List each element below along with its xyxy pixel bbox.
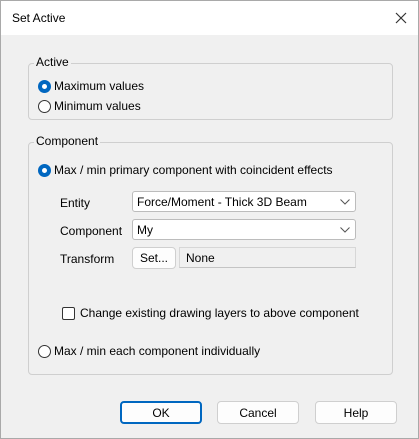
help-label: Help — [343, 405, 369, 420]
close-icon — [395, 12, 407, 24]
component-dropdown[interactable]: My — [132, 219, 356, 240]
change-layers-checkbox-box[interactable] — [62, 306, 75, 320]
transform-set-button[interactable]: Set... — [132, 247, 176, 269]
minimum-values-radio[interactable]: Minimum values — [38, 99, 141, 113]
transform-value-field: None — [179, 247, 356, 268]
cancel-button[interactable]: Cancel — [217, 401, 299, 424]
close-button[interactable] — [390, 7, 412, 29]
ok-button[interactable]: OK — [120, 401, 202, 424]
individual-component-radio[interactable]: Max / min each component individually — [38, 344, 260, 358]
maximum-values-label: Maximum values — [54, 79, 145, 93]
help-button[interactable]: Help — [315, 401, 397, 424]
transform-value: None — [186, 250, 215, 265]
component-value: My — [137, 222, 153, 237]
title-bar: Set Active — [1, 1, 418, 35]
component-group-legend: Component — [34, 134, 101, 148]
maximum-values-radio[interactable]: Maximum values — [38, 79, 144, 93]
chevron-down-icon — [335, 192, 355, 211]
primary-component-radio[interactable]: Max / min primary component with coincid… — [38, 163, 333, 177]
set-active-dialog: Set Active Active Maximum values Minimum… — [0, 0, 419, 439]
chevron-down-icon — [335, 220, 355, 239]
ok-label: OK — [152, 405, 170, 420]
active-group-legend: Active — [34, 55, 71, 69]
primary-component-radio-dot[interactable] — [38, 163, 51, 177]
component-label: Component — [60, 224, 123, 238]
individual-component-radio-dot[interactable] — [38, 344, 51, 358]
entity-label: Entity — [60, 196, 91, 210]
cancel-label: Cancel — [239, 405, 277, 420]
transform-label: Transform — [60, 252, 115, 266]
change-layers-checkbox[interactable]: Change existing drawing layers to above … — [62, 306, 359, 320]
entity-value: Force/Moment - Thick 3D Beam — [137, 194, 307, 209]
minimum-values-radio-dot[interactable] — [38, 99, 51, 113]
primary-component-label: Max / min primary component with coincid… — [54, 163, 333, 177]
minimum-values-label: Minimum values — [54, 99, 141, 113]
entity-dropdown[interactable]: Force/Moment - Thick 3D Beam — [132, 191, 356, 212]
individual-component-label: Max / min each component individually — [54, 344, 261, 358]
change-layers-label: Change existing drawing layers to above … — [80, 306, 359, 320]
maximum-values-radio-dot[interactable] — [38, 79, 51, 93]
dialog-title: Set Active — [12, 11, 66, 25]
transform-set-label: Set... — [139, 251, 168, 265]
